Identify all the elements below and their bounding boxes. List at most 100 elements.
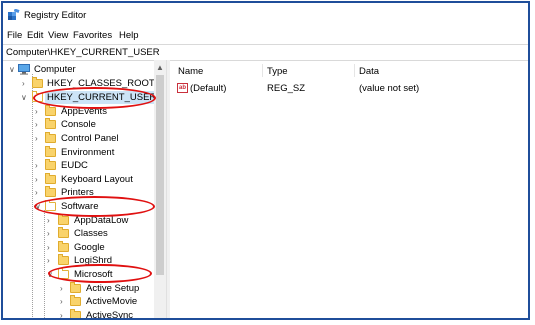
column-header-type[interactable]: Type: [267, 66, 288, 77]
tree-label: Computer: [34, 64, 76, 75]
values-list-pane: Name Type Data ab (Default) REG_SZ (valu…: [170, 60, 528, 318]
expand-icon[interactable]: ›: [60, 295, 68, 308]
tree-node-hkcr[interactable]: › HKEY_CLASSES_ROOT: [3, 77, 155, 90]
tree-label: Console: [61, 119, 96, 130]
folder-icon: [45, 105, 56, 116]
folder-icon: [45, 132, 56, 143]
expand-icon[interactable]: ›: [47, 254, 55, 267]
expand-icon[interactable]: ›: [35, 105, 43, 118]
folder-icon: [45, 118, 56, 129]
address-path[interactable]: Computer\HKEY_CURRENT_USER: [6, 47, 160, 58]
tree-node-appevents[interactable]: › AppEvents: [3, 105, 153, 118]
expand-icon[interactable]: ›: [35, 173, 43, 186]
tree-node-appdatalow[interactable]: › AppDataLow: [3, 214, 153, 227]
tree-label: Active Setup: [86, 283, 140, 294]
menu-favorites[interactable]: Favorites: [73, 30, 112, 41]
tree-node-activesync[interactable]: › ActiveSync: [3, 309, 153, 320]
scroll-up-arrow-icon[interactable]: ▲: [156, 63, 164, 72]
folder-icon: [70, 295, 81, 306]
open-folder-icon: [58, 268, 69, 279]
folder-icon: [58, 241, 69, 252]
folder-icon: [45, 159, 56, 170]
tree-node-software[interactable]: ∨ Software: [3, 200, 153, 213]
folder-icon: [58, 227, 69, 238]
key-tree-pane: ∨ Computer › HKEY_CLASSES_ROOT ∨ HKEY_CU…: [3, 60, 166, 320]
tree-node-computer[interactable]: ∨ Computer: [3, 63, 153, 76]
folder-icon: [70, 309, 81, 318]
tree-node-hkcu[interactable]: ∨ HKEY_CURRENT_USER: [3, 91, 159, 104]
tree-node-printers[interactable]: › Printers: [3, 186, 153, 199]
tree-node-classes[interactable]: › Classes: [3, 227, 153, 240]
reg-string-icon: ab: [177, 83, 188, 93]
collapse-icon[interactable]: ∨: [47, 268, 55, 281]
expand-icon[interactable]: ›: [47, 214, 55, 227]
expand-icon[interactable]: ›: [35, 186, 43, 199]
tree-label: LogiShrd: [74, 255, 113, 266]
expand-icon[interactable]: ›: [35, 118, 43, 131]
column-divider[interactable]: [262, 64, 263, 77]
tree-label: Environment: [61, 147, 115, 158]
menu-help[interactable]: Help: [119, 30, 139, 41]
tree-label: Google: [74, 242, 105, 253]
expand-icon[interactable]: ›: [60, 282, 68, 295]
collapse-icon[interactable]: ∨: [9, 63, 17, 76]
tree-node-activemovie[interactable]: › ActiveMovie: [3, 295, 153, 308]
menu-file[interactable]: File: [7, 30, 22, 41]
column-header-name[interactable]: Name: [178, 66, 203, 77]
open-folder-icon: [45, 200, 56, 211]
tree-label: HKEY_CURRENT_USER: [45, 91, 159, 104]
expand-icon[interactable]: ›: [22, 77, 30, 90]
address-bar[interactable]: Computer\HKEY_CURRENT_USER: [3, 44, 528, 61]
tree-node-environment[interactable]: Environment: [3, 146, 153, 159]
tree-node-microsoft[interactable]: ∨ Microsoft: [3, 268, 153, 281]
computer-icon: [18, 64, 30, 75]
folder-icon: [58, 254, 69, 265]
tree-label: Printers: [61, 187, 94, 198]
expand-icon[interactable]: ›: [47, 227, 55, 240]
tree-label: ActiveSync: [86, 310, 133, 320]
window-title: Registry Editor: [24, 10, 87, 21]
tree-scrollbar[interactable]: ▲: [154, 60, 166, 318]
value-type: REG_SZ: [267, 83, 306, 94]
tree-node-logishrd[interactable]: › LogiShrd: [3, 254, 153, 267]
folder-icon: [70, 282, 81, 293]
collapse-icon[interactable]: ∨: [35, 200, 43, 213]
menu-bar: File Edit View Favorites Help: [3, 27, 528, 43]
folder-icon: [58, 214, 69, 225]
tree-label: AppEvents: [61, 106, 107, 117]
tree-label: Control Panel: [61, 133, 119, 144]
tree-label: AppDataLow: [74, 215, 129, 226]
registry-editor-window: Registry Editor File Edit View Favorites…: [1, 1, 530, 320]
column-divider[interactable]: [354, 64, 355, 77]
expand-icon[interactable]: ›: [35, 132, 43, 145]
tree-label: Software: [61, 201, 99, 212]
folder-icon: [45, 146, 56, 157]
tree-node-console[interactable]: › Console: [3, 118, 153, 131]
tree-label: Keyboard Layout: [61, 174, 133, 185]
folder-icon: [45, 186, 56, 197]
expand-icon[interactable]: ›: [47, 241, 55, 254]
folder-icon: [32, 77, 43, 88]
tree-node-control-panel[interactable]: › Control Panel: [3, 132, 153, 145]
expand-icon[interactable]: ›: [35, 159, 43, 172]
menu-edit[interactable]: Edit: [27, 30, 43, 41]
collapse-icon[interactable]: ∨: [21, 91, 29, 104]
tree-label: Classes: [74, 228, 108, 239]
tree-node-active-setup[interactable]: › Active Setup: [3, 282, 153, 295]
folder-icon: [45, 173, 56, 184]
value-data: (value not set): [359, 83, 420, 94]
column-header-data[interactable]: Data: [359, 66, 379, 77]
expand-icon[interactable]: ›: [60, 309, 68, 318]
tree-label: Microsoft: [74, 269, 113, 280]
tree-label: EUDC: [61, 160, 88, 171]
scrollbar-thumb[interactable]: [156, 75, 164, 275]
tree-label: HKEY_CLASSES_ROOT: [47, 78, 155, 89]
menu-view[interactable]: View: [48, 30, 68, 41]
value-name: (Default): [190, 83, 227, 94]
open-folder-icon: [32, 91, 43, 102]
tree-node-keyboard-layout[interactable]: › Keyboard Layout: [3, 173, 153, 186]
tree-node-eudc[interactable]: › EUDC: [3, 159, 153, 172]
tree-node-google[interactable]: › Google: [3, 241, 153, 254]
tree-label: ActiveMovie: [86, 296, 138, 307]
registry-editor-icon: [8, 8, 20, 23]
